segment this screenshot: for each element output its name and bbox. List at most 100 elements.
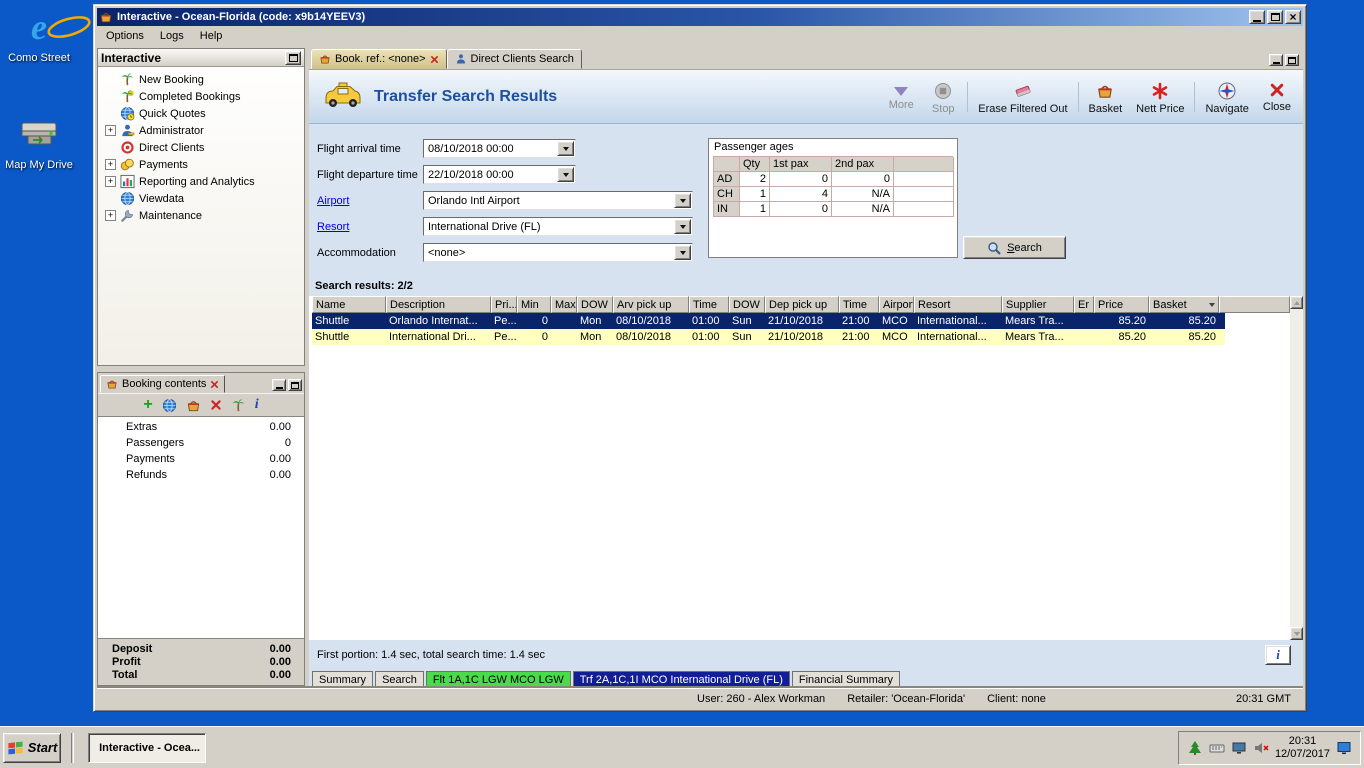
tab-flight[interactable]: Flt 1A,1C LGW MCO LGW (425, 671, 571, 688)
add-icon[interactable]: + (143, 397, 152, 413)
column-header-description[interactable]: Description (386, 296, 491, 313)
sidebar-item-new-booking[interactable]: New Booking (98, 71, 304, 88)
chevron-down-icon[interactable] (557, 167, 574, 182)
result-row[interactable]: Shuttle Orlando Internat... Pe... 0 Mon … (312, 313, 1225, 329)
monitor-icon[interactable] (1336, 740, 1352, 756)
pax-cell[interactable]: N/A (832, 202, 894, 217)
minimize-panel-button[interactable] (272, 379, 286, 391)
minimize-panel-button[interactable] (1269, 54, 1283, 66)
nett-price-button[interactable]: Nett Price (1130, 77, 1190, 117)
close-tab-icon[interactable] (430, 55, 439, 64)
more-button[interactable]: More (881, 77, 921, 117)
palm-tree-icon[interactable] (231, 398, 246, 413)
tray-tree-icon[interactable] (1187, 740, 1203, 756)
sidebar-item-administrator[interactable]: + Administrator (98, 122, 304, 139)
column-header-airport[interactable]: Airport (879, 296, 914, 313)
column-header-price[interactable]: Price (1094, 296, 1149, 313)
menu-logs[interactable]: Logs (152, 28, 192, 44)
column-header-dep-pickup[interactable]: Dep pick up (765, 296, 839, 313)
column-header-min[interactable]: Min (517, 296, 551, 313)
column-header-dow[interactable]: DOW (577, 296, 613, 313)
sidebar-item-quick-quotes[interactable]: Quick Quotes (98, 105, 304, 122)
airport-combo[interactable]: Orlando Intl Airport (423, 191, 693, 210)
info-button[interactable]: i (1265, 645, 1291, 665)
list-item-payments[interactable]: Payments 0.00 (98, 451, 304, 467)
expand-icon[interactable]: + (105, 210, 116, 221)
column-header-max[interactable]: Max (551, 296, 577, 313)
float-panel-button[interactable] (288, 379, 302, 391)
resort-link[interactable]: Resort (317, 221, 349, 233)
display-icon[interactable] (1231, 740, 1247, 756)
departure-time-combo[interactable]: 22/10/2018 00:00 (423, 165, 576, 184)
pax-cell[interactable]: 0 (770, 202, 832, 217)
close-tab-icon[interactable] (210, 380, 219, 389)
pax-cell[interactable]: 1 (740, 187, 770, 202)
volume-muted-icon[interactable] (1253, 740, 1269, 756)
basket-add-icon[interactable] (186, 398, 201, 413)
minimize-button[interactable] (1249, 10, 1265, 24)
navigate-button[interactable]: Navigate (1199, 77, 1254, 117)
close-button[interactable]: × (1285, 10, 1301, 24)
tab-booking-ref[interactable]: Book. ref.: <none> (311, 49, 447, 69)
column-header-er[interactable]: Er (1074, 296, 1094, 313)
column-header-supplier[interactable]: Supplier (1002, 296, 1074, 313)
erase-filtered-out-button[interactable]: Erase Filtered Out (972, 77, 1073, 117)
globe-icon[interactable] (162, 398, 177, 413)
chevron-down-icon[interactable] (557, 141, 574, 156)
info-icon[interactable]: i (255, 397, 259, 413)
column-header-time[interactable]: Time (689, 296, 729, 313)
column-header-arv-pickup[interactable]: Arv pick up (613, 296, 689, 313)
desktop-icon-map-my-drive[interactable]: Map My Drive (0, 112, 78, 171)
column-header-pri[interactable]: Pri... (491, 296, 517, 313)
tab-booking-contents[interactable]: Booking contents (100, 375, 226, 393)
expand-icon[interactable]: + (105, 176, 116, 187)
expand-icon[interactable]: + (105, 125, 116, 136)
start-button[interactable]: Start (3, 732, 61, 763)
close-results-button[interactable]: Close (1257, 77, 1297, 117)
delete-icon[interactable] (210, 399, 222, 411)
pax-cell[interactable]: 0 (832, 172, 894, 187)
keyboard-icon[interactable] (1209, 740, 1225, 756)
basket-button[interactable]: Basket (1083, 77, 1129, 117)
scroll-up-button[interactable] (1290, 296, 1303, 309)
accommodation-combo[interactable]: <none> (423, 243, 693, 262)
chevron-down-icon[interactable] (674, 193, 691, 208)
list-item-refunds[interactable]: Refunds 0.00 (98, 467, 304, 483)
float-panel-button[interactable] (285, 50, 301, 65)
arrival-time-combo[interactable]: 08/10/2018 00:00 (423, 139, 576, 158)
maximize-button[interactable] (1267, 10, 1283, 24)
pax-cell[interactable]: 2 (740, 172, 770, 187)
column-header-basket[interactable]: Basket (1149, 296, 1219, 313)
result-row[interactable]: Shuttle International Dri... Pe... 0 Mon… (312, 329, 1225, 345)
tab-search[interactable]: Search (375, 671, 424, 688)
expand-icon[interactable]: + (105, 159, 116, 170)
list-item-passengers[interactable]: Passengers 0 (98, 435, 304, 451)
tab-summary[interactable]: Summary (312, 671, 374, 688)
pax-cell[interactable]: 4 (770, 187, 832, 202)
pax-cell[interactable]: N/A (832, 187, 894, 202)
search-button[interactable]: Search (963, 236, 1066, 259)
desktop-icon-como-street[interactable]: e Como Street (0, 5, 91, 64)
scroll-down-button[interactable] (1290, 627, 1303, 640)
sidebar-item-payments[interactable]: + Payments (98, 156, 304, 173)
tab-transfer[interactable]: Trf 2A,1C,1I MCO International Drive (FL… (572, 671, 790, 688)
chevron-down-icon[interactable] (674, 219, 691, 234)
taskbar-task-interactive[interactable]: Interactive - Ocea... (88, 732, 206, 763)
pax-cell[interactable]: 1 (740, 202, 770, 217)
pax-cell[interactable]: 0 (770, 172, 832, 187)
tab-direct-clients-search[interactable]: Direct Clients Search (446, 49, 582, 69)
stop-button[interactable]: Stop (923, 77, 963, 117)
chevron-down-icon[interactable] (674, 245, 691, 260)
list-item-extras[interactable]: Extras 0.00 (98, 419, 304, 435)
resort-combo[interactable]: International Drive (FL) (423, 217, 693, 236)
titlebar[interactable]: Interactive - Ocean-Florida (code: x9b14… (97, 8, 1303, 26)
sidebar-item-viewdata[interactable]: Viewdata (98, 190, 304, 207)
sidebar-item-reporting-analytics[interactable]: + Reporting and Analytics (98, 173, 304, 190)
column-header-name[interactable]: Name (312, 296, 386, 313)
tab-financial-summary[interactable]: Financial Summary (791, 671, 901, 688)
restore-panel-button[interactable] (1285, 54, 1299, 66)
vertical-scrollbar[interactable] (1290, 296, 1303, 640)
sidebar-item-completed-bookings[interactable]: Completed Bookings (98, 88, 304, 105)
column-header-dow2[interactable]: DOW (729, 296, 765, 313)
sidebar-item-maintenance[interactable]: + Maintenance (98, 207, 304, 224)
